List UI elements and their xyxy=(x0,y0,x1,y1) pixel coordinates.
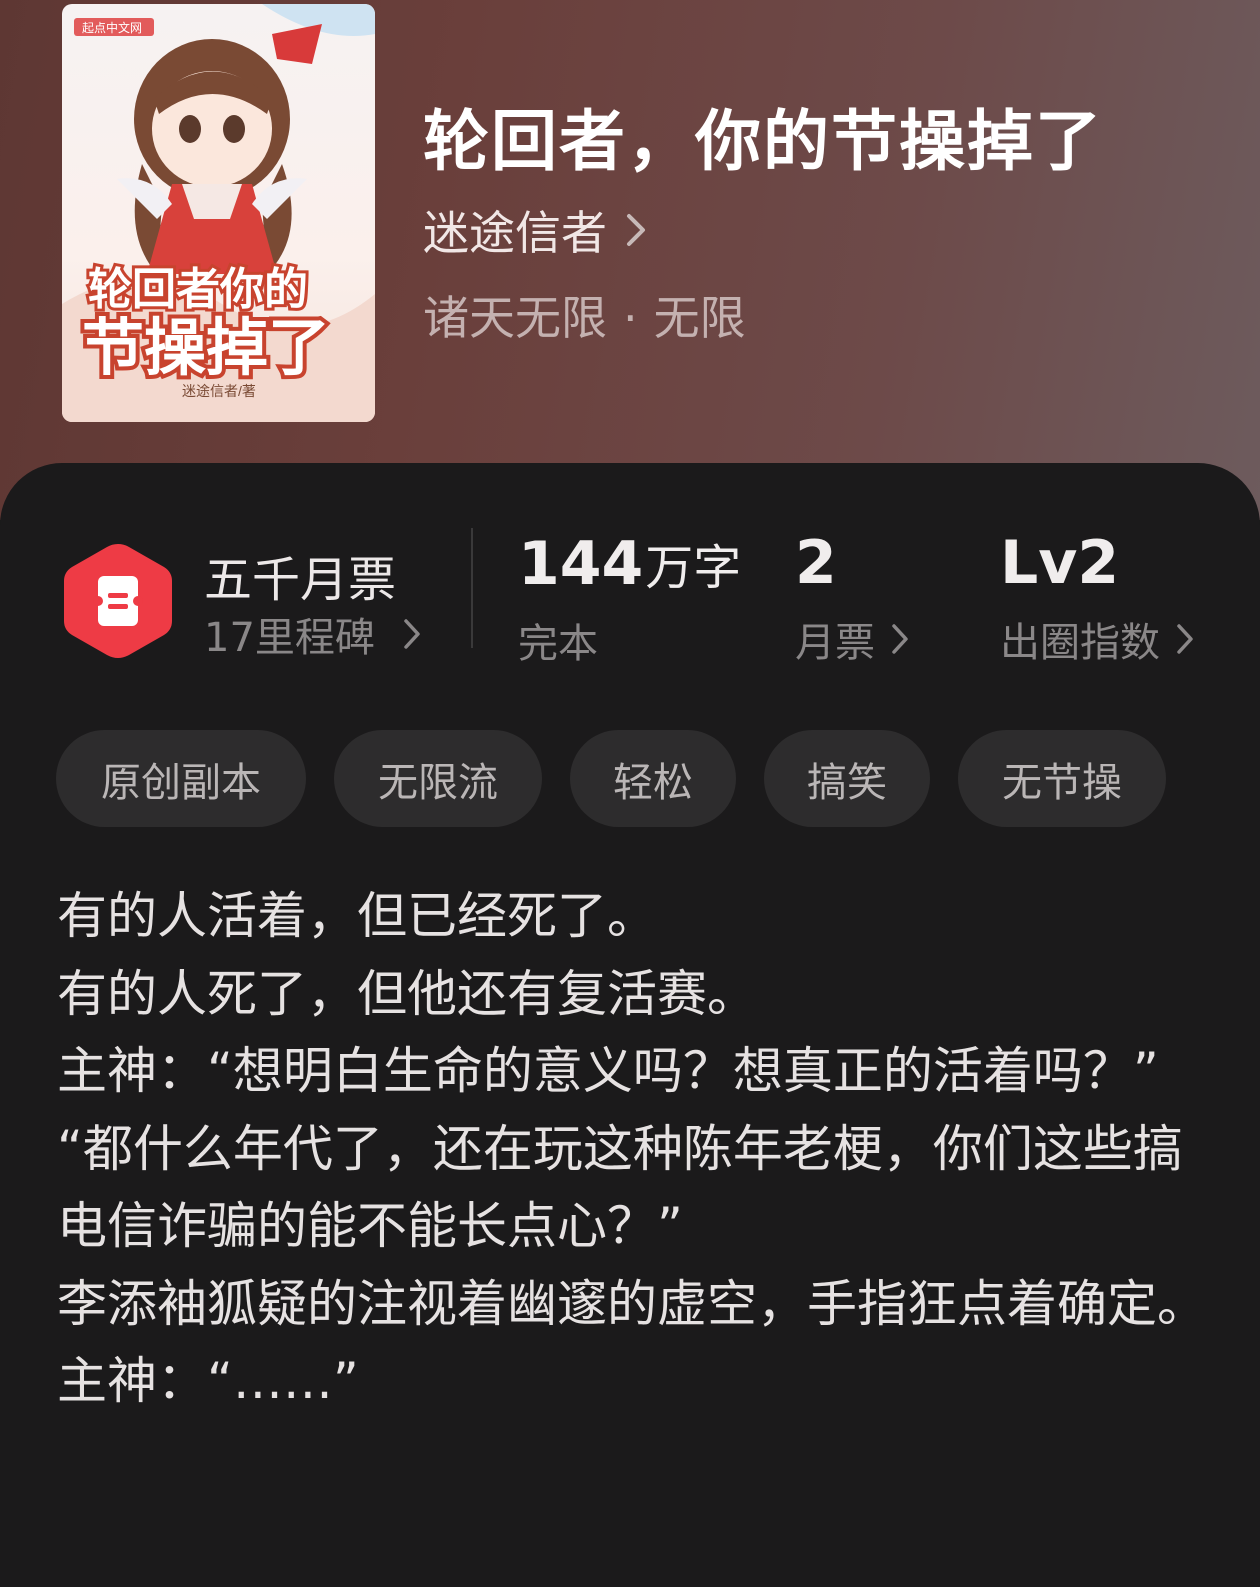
milestone-title[interactable]: 五千月票 xyxy=(204,540,396,610)
genre-separator: · xyxy=(623,291,638,345)
word-count-stat: 144 万字 完本 xyxy=(518,528,741,669)
synopsis-paragraph: 主神：“想明白生命的意义吗？想真正的活着吗？” xyxy=(57,1042,1159,1100)
chevron-right-icon xyxy=(627,214,645,246)
synopsis-paragraph: 李添袖狐疑的注视着幽邃的虚空，手指狂点着确定。 xyxy=(57,1274,1207,1333)
cover-author-credit: 迷途信者/著 xyxy=(182,383,256,399)
genre-line: 诸天无限 · 无限 xyxy=(423,282,746,348)
tag-chip[interactable]: 无限流 xyxy=(334,730,542,827)
book-detail-page: 起点中文网 轮回者你的 节操掉了 迷途信者/著 轮回者，你的节操掉了 迷途信者 xyxy=(0,0,1260,1587)
monthly-votes-value: 2 xyxy=(795,528,837,598)
tag-chip[interactable]: 原创副本 xyxy=(56,730,306,827)
cover-publisher-mark: 起点中文网 xyxy=(82,20,142,35)
cover-illustration: 起点中文网 轮回者你的 节操掉了 迷途信者/著 xyxy=(62,4,375,422)
cover-title-line2: 节操掉了 xyxy=(82,314,330,383)
chevron-right-icon xyxy=(892,624,908,654)
stat-divider xyxy=(471,528,473,648)
synopsis-paragraph: “都什么年代了，还在玩这种陈年老梗，你们这些搞电信诈骗的能不能长点心？” xyxy=(57,1119,1183,1256)
monthly-votes-stat[interactable]: 2 月票 xyxy=(795,528,909,668)
chevron-right-icon xyxy=(404,619,420,649)
genre-label[interactable]: 诸天无限 xyxy=(423,291,607,345)
synopsis-paragraph: 有的人死了，但他还有复活赛。 xyxy=(57,964,757,1023)
subgenre-label[interactable]: 无限 xyxy=(654,291,746,345)
synopsis-paragraph: 有的人活着，但已经死了。 xyxy=(57,887,657,945)
word-count-value: 144 xyxy=(518,529,644,599)
word-count-unit: 万字 xyxy=(645,540,742,596)
popularity-index-stat[interactable]: Lv2 出圈指数 xyxy=(1000,528,1194,668)
tag-chip[interactable]: 无节操 xyxy=(958,730,1166,827)
chevron-right-icon xyxy=(1177,624,1193,654)
popularity-index-label: 出圈指数 xyxy=(1000,620,1160,666)
monthly-votes-label: 月票 xyxy=(795,620,875,666)
tag-chip[interactable]: 轻松 xyxy=(570,730,736,827)
popularity-index-value: Lv2 xyxy=(1000,528,1120,598)
author-name: 迷途信者 xyxy=(423,206,607,260)
book-title: 轮回者，你的节操掉了 xyxy=(423,103,1103,180)
synopsis-paragraph: 主神：“……” xyxy=(57,1352,359,1410)
tag-list: 原创副本 无限流 轻松 搞笑 无节操 xyxy=(56,730,1166,827)
book-synopsis[interactable]: 有的人活着，但已经死了。 有的人死了，但他还有复活赛。 主神：“想明白生命的意义… xyxy=(57,878,1207,1421)
completion-status: 完本 xyxy=(518,621,598,667)
milestone-link[interactable]: 17里程碑 xyxy=(204,605,421,663)
cover-title-line1: 轮回者你的 xyxy=(88,265,308,314)
book-cover[interactable]: 起点中文网 轮回者你的 节操掉了 迷途信者/著 xyxy=(62,4,375,422)
milestone-subtitle: 17里程碑 xyxy=(204,615,375,661)
tag-chip[interactable]: 搞笑 xyxy=(764,730,930,827)
ticket-badge-icon xyxy=(64,544,172,658)
author-link[interactable]: 迷途信者 xyxy=(423,202,647,260)
